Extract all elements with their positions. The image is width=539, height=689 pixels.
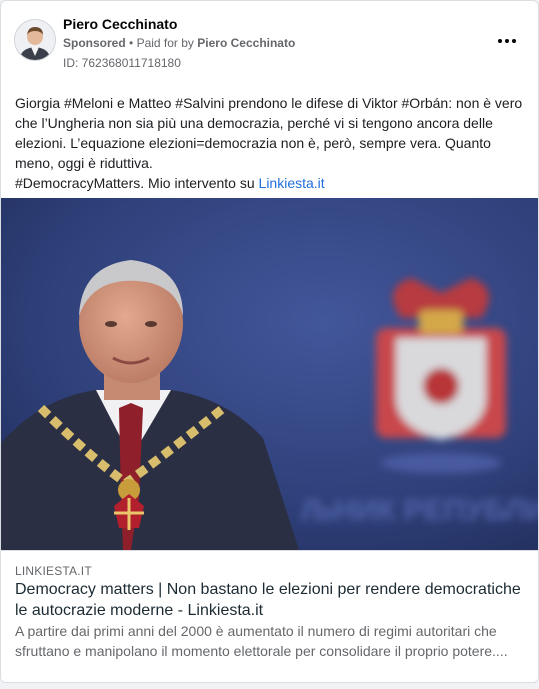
sponsored-label: Sponsored	[63, 36, 126, 50]
background-sign-text: ЉНИК РЕПУБЛИ	[301, 494, 538, 527]
photo-image: ЉНИК РЕПУБЛИ	[1, 198, 538, 550]
post-text-tail: #DemocracyMatters. Mio intervento su	[15, 175, 255, 191]
paid-for-name[interactable]: Piero Cecchinato	[197, 36, 295, 50]
link-description: A partire dai primi anni del 2000 è aume…	[15, 623, 508, 659]
ellipsis-icon	[498, 39, 502, 43]
post-body-text: Giorgia #Meloni e Matteo #Salvini prendo…	[15, 93, 527, 193]
sponsored-line: Sponsored • Paid for by Piero Cecchinato	[63, 36, 295, 50]
author-avatar[interactable]	[14, 19, 56, 61]
post-header: Piero Cecchinato Sponsored • Paid for by…	[1, 1, 538, 81]
post-text-main: Giorgia #Meloni e Matteo #Salvini prendo…	[15, 95, 523, 171]
post-photo[interactable]: ЉНИК РЕПУБЛИ	[1, 198, 538, 550]
post-text-link[interactable]: Linkiesta.it	[259, 175, 325, 191]
paid-for-prefix: Paid for by	[136, 36, 194, 50]
link-title[interactable]: Democracy matters | Non bastano le elezi…	[15, 579, 527, 621]
link-domain: LINKIESTA.IT	[15, 564, 92, 578]
link-preview[interactable]: LINKIESTA.IT Democracy matters | Non bas…	[1, 550, 538, 682]
ellipsis-icon	[512, 39, 516, 43]
separator-dot: •	[129, 36, 134, 50]
more-options-button[interactable]	[493, 29, 521, 53]
ad-post-card: Piero Cecchinato Sponsored • Paid for by…	[0, 0, 539, 683]
ellipsis-icon	[505, 39, 509, 43]
author-name[interactable]: Piero Cecchinato	[63, 16, 177, 32]
ad-id: ID: 762368011718180	[63, 56, 181, 70]
avatar-image	[15, 20, 55, 60]
